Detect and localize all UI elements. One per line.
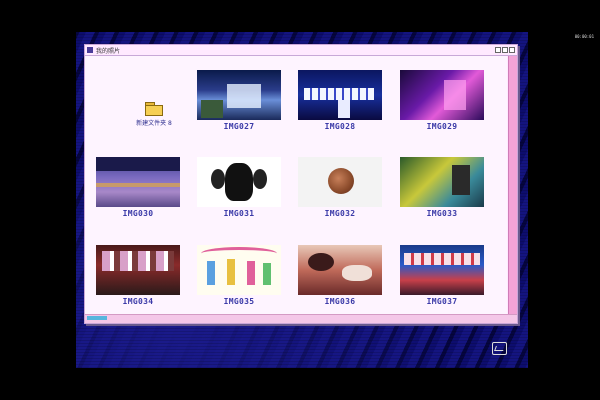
image-item[interactable]: IMG035	[197, 245, 281, 306]
image-name: IMG032	[324, 209, 356, 218]
image-thumbnail	[197, 157, 281, 207]
image-thumbnail	[96, 157, 180, 207]
folder-label: 新建文件夹 8	[136, 120, 172, 127]
image-thumbnail	[400, 245, 484, 295]
image-name: IMG027	[223, 122, 255, 131]
image-thumbnail	[298, 70, 382, 120]
image-name: IMG034	[122, 297, 154, 306]
image-thumbnail	[197, 245, 281, 295]
photos-window: 我的照片 新建文件夹 8 IMG027 IMG028 IMG029 IMG030…	[84, 44, 518, 324]
image-item[interactable]: IMG027	[197, 70, 281, 131]
gallery-icon[interactable]	[492, 342, 507, 355]
close-button[interactable]	[509, 47, 515, 53]
image-item[interactable]: IMG032	[298, 157, 382, 218]
folder-icon	[145, 102, 163, 116]
image-item[interactable]: IMG037	[400, 245, 484, 306]
image-thumbnail	[298, 245, 382, 295]
image-name: IMG037	[426, 297, 458, 306]
image-thumbnail	[400, 70, 484, 120]
horizontal-scrollbar[interactable]	[85, 314, 517, 323]
window-icon	[87, 47, 93, 53]
minimize-button[interactable]	[495, 47, 501, 53]
image-thumbnail	[96, 245, 180, 295]
image-thumbnail	[197, 70, 281, 120]
title-bar[interactable]: 我的照片	[85, 45, 517, 56]
window-title: 我的照片	[96, 47, 121, 55]
image-thumbnail	[298, 157, 382, 207]
image-name: IMG036	[324, 297, 356, 306]
right-letterbox	[528, 32, 600, 368]
image-item[interactable]: IMG034	[96, 245, 180, 306]
image-item[interactable]: IMG030	[96, 157, 180, 218]
left-letterbox	[0, 32, 76, 368]
vertical-scrollbar[interactable]	[508, 56, 517, 314]
image-name: IMG028	[324, 122, 356, 131]
image-item[interactable]: IMG033	[400, 157, 484, 218]
timestamp-label: 00:00:01	[574, 34, 594, 39]
image-name: IMG031	[223, 209, 255, 218]
image-item[interactable]: IMG031	[197, 157, 281, 218]
maximize-button[interactable]	[502, 47, 508, 53]
image-item[interactable]: IMG028	[298, 70, 382, 131]
image-item[interactable]: IMG029	[400, 70, 484, 131]
image-thumbnail	[400, 157, 484, 207]
file-grid: 新建文件夹 8 IMG027 IMG028 IMG029 IMG030 IMG0…	[85, 56, 507, 314]
scrollbar-thumb[interactable]	[87, 316, 107, 320]
image-name: IMG035	[223, 297, 255, 306]
image-item[interactable]: IMG036	[298, 245, 382, 306]
folder-item[interactable]: 新建文件夹 8	[115, 102, 193, 127]
image-name: IMG030	[122, 209, 154, 218]
image-name: IMG029	[426, 122, 458, 131]
image-name: IMG033	[426, 209, 458, 218]
